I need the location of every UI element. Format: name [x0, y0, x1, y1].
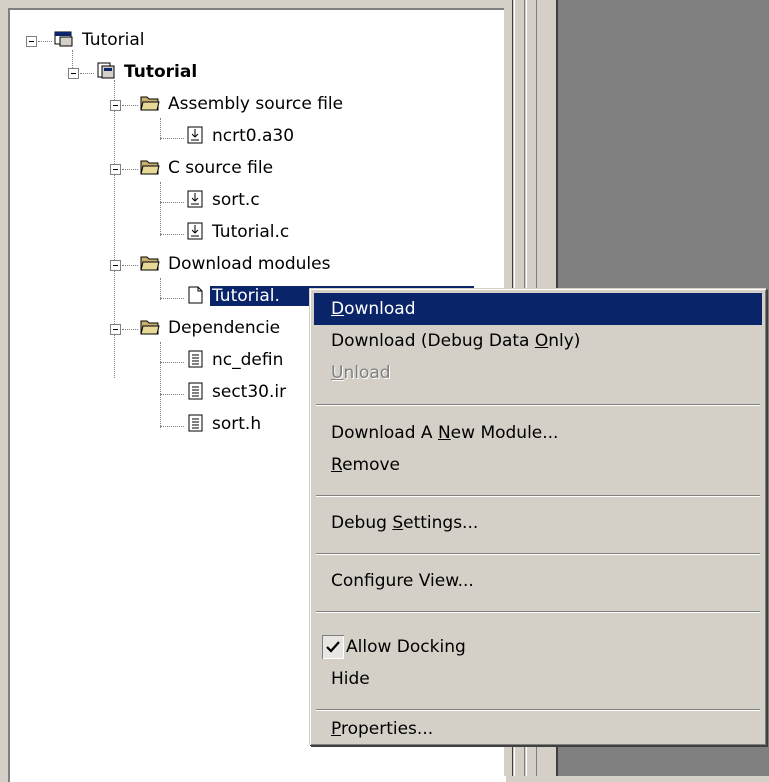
- header-file-icon: [188, 350, 203, 368]
- menu-separator: [316, 404, 760, 406]
- folder-label-download-modules[interactable]: Download modules: [168, 254, 330, 274]
- folder-label-assembly[interactable]: Assembly source file: [168, 94, 343, 114]
- file-label[interactable]: sect30.ir: [212, 382, 286, 402]
- context-menu: Download Download (Debug Data Only) Unlo…: [309, 288, 766, 745]
- menu-separator: [316, 611, 760, 613]
- file-label[interactable]: sort.h: [212, 414, 261, 434]
- folder-open-icon: [140, 320, 160, 335]
- tree-line: [160, 138, 184, 139]
- header-file-icon: [188, 414, 203, 432]
- collapse-toggle[interactable]: [68, 68, 79, 79]
- menu-item-download-new-module[interactable]: Download A New Module...: [314, 417, 762, 449]
- folder-open-icon: [140, 160, 160, 175]
- tree-line: [160, 362, 184, 363]
- tree-line: [122, 169, 138, 170]
- tree-line: [160, 278, 161, 300]
- tree-line: [160, 202, 184, 203]
- folder-open-icon: [140, 256, 160, 271]
- download-file-icon: [187, 222, 203, 240]
- workspace-icon: [54, 31, 73, 47]
- tree-label-project[interactable]: Tutorial: [124, 62, 197, 82]
- tree-line: [122, 329, 138, 330]
- collapse-toggle[interactable]: [26, 36, 37, 47]
- file-label[interactable]: nc_defin: [212, 350, 283, 370]
- tree-line: [122, 265, 138, 266]
- tree-line: [80, 73, 94, 74]
- tree-line: [160, 234, 184, 235]
- folder-label-dependencies[interactable]: Dependencie: [168, 318, 280, 338]
- tree-line: [160, 118, 161, 140]
- tree-line: [160, 298, 184, 299]
- menu-item-debug-settings[interactable]: Debug Settings...: [314, 507, 762, 539]
- menu-separator: [316, 709, 760, 711]
- file-label[interactable]: sort.c: [212, 190, 260, 210]
- folder-label-c-source[interactable]: C source file: [168, 158, 273, 178]
- module-file-icon: [188, 286, 203, 304]
- menu-separator: [316, 495, 760, 497]
- collapse-toggle[interactable]: [110, 324, 121, 335]
- tree-label-workspace[interactable]: Tutorial: [82, 30, 145, 50]
- menu-item-properties[interactable]: Properties...: [314, 713, 762, 745]
- collapse-toggle[interactable]: [110, 260, 121, 271]
- tree-line: [122, 105, 138, 106]
- download-file-icon: [187, 190, 203, 208]
- collapse-toggle[interactable]: [110, 164, 121, 175]
- tree-line: [38, 41, 52, 42]
- header-file-icon: [188, 382, 203, 400]
- menu-item-unload: Unload: [331, 363, 391, 383]
- menu-item-configure-view[interactable]: Configure View...: [314, 565, 762, 597]
- menu-item-download[interactable]: Download: [314, 293, 762, 325]
- tree-line: [160, 342, 161, 428]
- download-file-icon: [187, 126, 203, 144]
- file-label[interactable]: Tutorial.c: [212, 222, 289, 242]
- file-label[interactable]: ncrt0.a30: [212, 126, 294, 146]
- menu-item-download-debug-data-only[interactable]: Download (Debug Data Only): [314, 325, 762, 357]
- tree-line: [160, 426, 184, 427]
- tree-line: [160, 182, 161, 236]
- menu-item-allow-docking[interactable]: Allow Docking: [314, 631, 762, 663]
- tree-line: [160, 394, 184, 395]
- menu-item-remove[interactable]: Remove: [314, 449, 762, 481]
- project-icon: [97, 62, 115, 79]
- collapse-toggle[interactable]: [110, 100, 121, 111]
- menu-separator: [316, 553, 760, 555]
- folder-open-icon: [140, 96, 160, 111]
- menu-item-hide[interactable]: Hide: [314, 663, 762, 695]
